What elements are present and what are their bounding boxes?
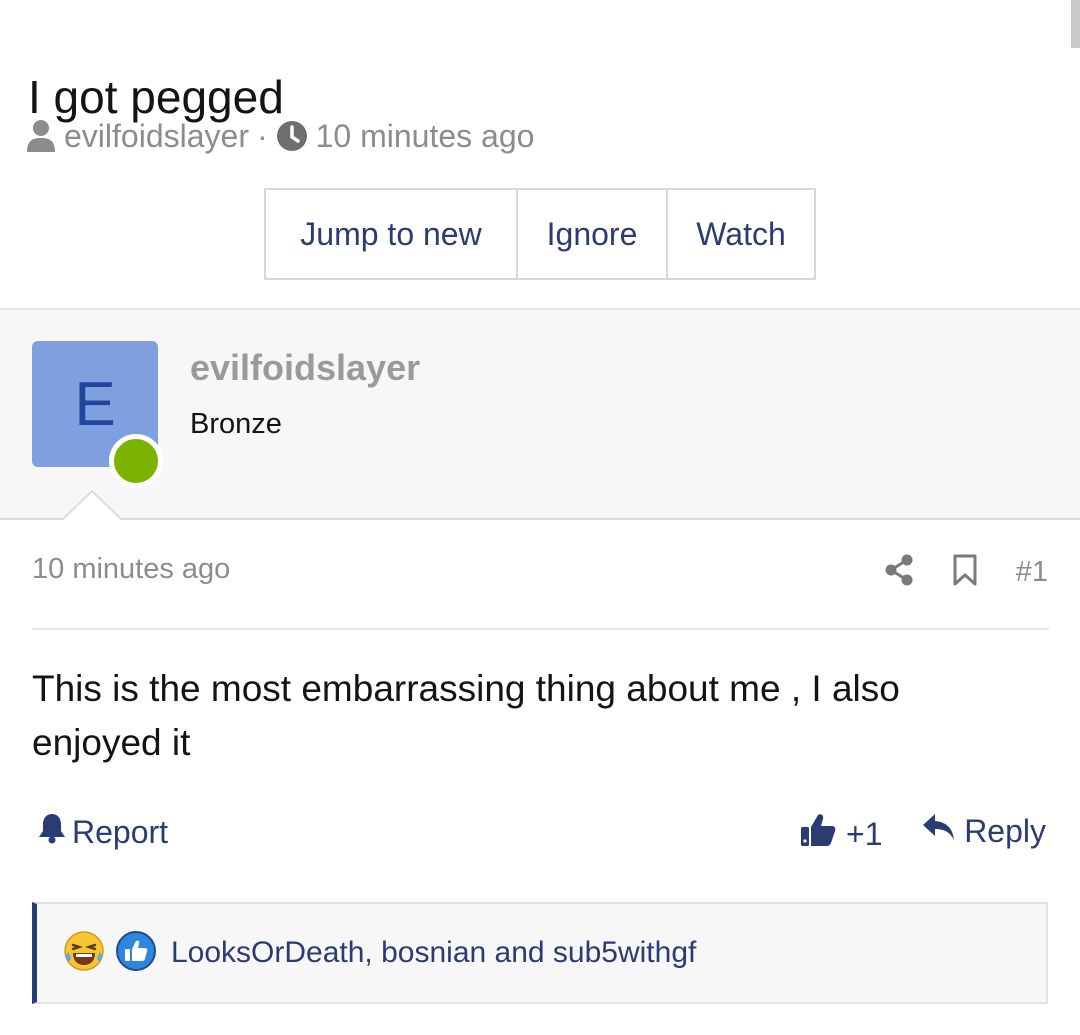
user-icon (26, 119, 56, 153)
jump-to-new-button[interactable]: Jump to new (266, 190, 516, 278)
like-button[interactable]: +1 (800, 812, 882, 856)
report-button[interactable]: Report (38, 812, 168, 852)
reactions-users-link[interactable]: LooksOrDeath, bosnian and sub5withgf (171, 936, 696, 970)
divider (32, 628, 1049, 630)
thread-toolbar: Jump to new Ignore Watch (264, 188, 816, 280)
post-username[interactable]: evilfoidslayer (190, 347, 420, 389)
reactions-bar[interactable]: LooksOrDeath, bosnian and sub5withgf (32, 902, 1048, 1004)
thumbs-up-icon (800, 812, 836, 856)
scroll-indicator[interactable] (1071, 0, 1080, 48)
post-time[interactable]: 10 minutes ago (32, 553, 230, 586)
watch-button[interactable]: Watch (666, 190, 814, 278)
reaction-count: +1 (846, 815, 883, 852)
thread-author-link[interactable]: evilfoidslayer (64, 118, 249, 155)
thread-meta: evilfoidslayer · 10 minutes ago (26, 114, 534, 158)
user-title: Bronze (190, 408, 282, 440)
share-icon[interactable] (884, 554, 914, 591)
post-tools: #1 (884, 548, 1048, 596)
reply-icon (922, 812, 956, 850)
user-block-arrow (62, 490, 122, 522)
clock-icon (276, 120, 308, 152)
bookmark-icon[interactable] (952, 554, 978, 591)
reply-button[interactable]: Reply (922, 812, 1046, 850)
report-label: Report (72, 813, 169, 850)
reply-label: Reply (964, 812, 1046, 849)
meta-separator: · (256, 117, 268, 154)
laugh-emoji-icon (63, 930, 105, 977)
like-badge-icon (115, 930, 157, 977)
post-number-link[interactable]: #1 (1016, 556, 1048, 589)
bell-icon (38, 812, 66, 852)
divider (0, 518, 1080, 520)
post-body: This is the most embarrassing thing abou… (32, 668, 900, 763)
post-actions: Report +1 Reply (32, 812, 1048, 860)
online-status-icon (109, 434, 163, 488)
avatar-letter: E (74, 369, 116, 439)
post-user-block (0, 310, 1080, 518)
ignore-button[interactable]: Ignore (516, 190, 666, 278)
thread-time[interactable]: 10 minutes ago (316, 118, 535, 155)
